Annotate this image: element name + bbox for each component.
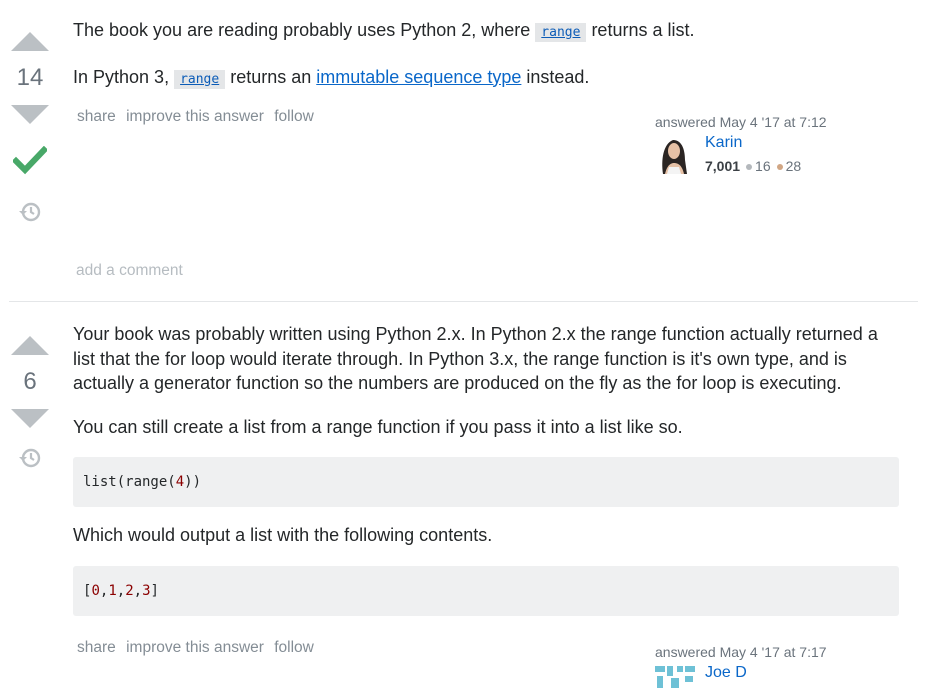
user-signature: answered May 4 '17 at 7:17 Joe D [655, 644, 855, 688]
follow-link[interactable]: follow [274, 639, 314, 656]
user-avatar[interactable] [655, 134, 691, 174]
inline-code-link[interactable]: range [174, 69, 226, 89]
immutable-sequence-link[interactable]: immutable sequence type [316, 67, 521, 87]
vote-down-icon[interactable] [11, 105, 49, 124]
user-signature: answered May 4 '17 at 7:12 Karin 7,001 16… [655, 114, 855, 174]
code-block: [0,1,2,3] [73, 565, 899, 616]
answer-paragraph: You can still create a list from a range… [73, 416, 683, 437]
user-avatar[interactable] [655, 664, 695, 700]
share-link[interactable]: share [77, 639, 116, 656]
user-name-link[interactable]: Karin [705, 134, 742, 152]
vote-cell-answer-1: 14 [0, 32, 60, 224]
answered-timestamp: answered May 4 '17 at 7:17 [655, 644, 827, 660]
answer-paragraph: Which would output a list with the follo… [73, 525, 493, 545]
vote-up-icon[interactable] [11, 336, 49, 355]
answer-paragraph: The book you are reading probably uses P… [73, 20, 695, 42]
answer-1-body: The book you are reading probably uses P… [73, 18, 899, 92]
vote-cell-answer-2: 6 [0, 336, 60, 470]
bronze-badge-icon [776, 164, 783, 170]
accepted-check-icon [0, 146, 60, 176]
follow-link[interactable]: follow [274, 108, 314, 125]
silver-badge-icon [746, 164, 753, 170]
post-menu: share improve this answer follow [77, 639, 320, 657]
vote-count: 6 [23, 368, 37, 395]
vote-count: 14 [16, 64, 44, 91]
user-reputation: 7,001 16 28 [705, 158, 802, 174]
answer-paragraph: Your book was probably written using Pyt… [73, 324, 878, 393]
inline-code-link[interactable]: range [535, 23, 587, 42]
answer-2-body: Your book was probably written using Pyt… [73, 322, 899, 616]
add-comment-link[interactable]: add a comment [76, 262, 183, 280]
post-menu: share improve this answer follow [77, 108, 320, 126]
share-link[interactable]: share [77, 108, 116, 125]
history-icon[interactable] [0, 446, 60, 470]
vote-down-icon[interactable] [11, 409, 49, 428]
answer-paragraph: In Python 3, range returns an immutable … [73, 66, 590, 89]
improve-answer-link[interactable]: improve this answer [126, 639, 264, 656]
code-block: list(range(4)) [73, 457, 899, 507]
improve-answer-link[interactable]: improve this answer [126, 108, 264, 125]
vote-up-icon[interactable] [11, 32, 49, 51]
history-icon[interactable] [0, 200, 60, 224]
answer-divider [9, 301, 918, 302]
answered-timestamp: answered May 4 '17 at 7:12 [655, 114, 827, 130]
user-name-link[interactable]: Joe D [705, 664, 747, 682]
